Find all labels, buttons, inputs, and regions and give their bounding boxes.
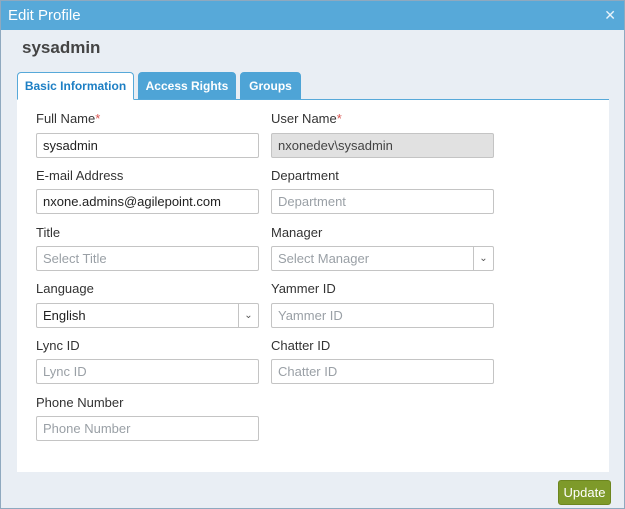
language-label: Language: [36, 281, 94, 296]
department-input[interactable]: Department: [271, 189, 494, 214]
tab-basic-information[interactable]: Basic Information: [17, 72, 134, 100]
lync-id-label: Lync ID: [36, 338, 80, 353]
user-name-input: nxonedev\sysadmin: [271, 133, 494, 158]
required-marker: *: [336, 111, 342, 126]
required-marker: *: [95, 111, 101, 126]
tab-groups[interactable]: Groups: [240, 72, 301, 100]
yammer-id-label: Yammer ID: [271, 281, 336, 296]
title-input[interactable]: Select Title: [36, 246, 259, 271]
yammer-id-input[interactable]: Yammer ID: [271, 303, 494, 328]
email-input[interactable]: nxone.admins@agilepoint.com: [36, 189, 259, 214]
tab-access-rights[interactable]: Access Rights: [138, 72, 236, 100]
edit-profile-dialog: Edit Profile ✕ sysadmin Basic Informatio…: [0, 0, 625, 509]
close-icon[interactable]: ✕: [604, 7, 616, 24]
phone-number-input[interactable]: Phone Number: [36, 416, 259, 441]
language-selected-value: English: [43, 308, 86, 323]
manager-label: Manager: [271, 225, 323, 240]
manager-placeholder: Select Manager: [278, 251, 370, 266]
dialog-footer: [1, 472, 624, 508]
language-select[interactable]: English ⌄: [36, 303, 259, 328]
dialog-title-bar: Edit Profile ✕: [1, 1, 624, 30]
lync-id-input[interactable]: Lync ID: [36, 359, 259, 384]
chevron-down-icon[interactable]: ⌄: [238, 304, 258, 327]
chevron-down-icon[interactable]: ⌄: [473, 247, 493, 270]
manager-select[interactable]: Select Manager ⌄: [271, 246, 494, 271]
email-label: E-mail Address: [36, 168, 124, 183]
user-name-label: User Name*: [271, 111, 342, 126]
full-name-label: Full Name*: [36, 111, 101, 126]
department-label: Department: [271, 168, 339, 183]
dialog-title: Edit Profile: [8, 7, 81, 24]
chatter-id-input[interactable]: Chatter ID: [271, 359, 494, 384]
phone-number-label: Phone Number: [36, 395, 124, 410]
title-label: Title: [36, 225, 61, 240]
full-name-input[interactable]: sysadmin: [36, 133, 259, 158]
profile-username: sysadmin: [22, 38, 101, 57]
chatter-id-label: Chatter ID: [271, 338, 331, 353]
update-button[interactable]: Update: [558, 480, 611, 505]
